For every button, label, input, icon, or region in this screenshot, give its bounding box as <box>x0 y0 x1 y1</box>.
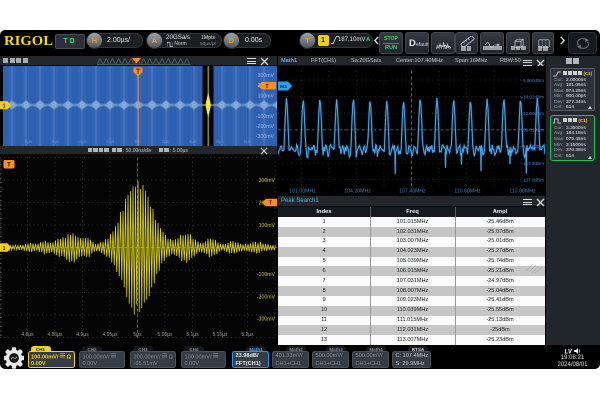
svg-text:113.80MHz: 113.80MHz <box>509 189 536 195</box>
svg-text:4.85µs: 4.85µs <box>47 332 63 338</box>
svg-text:4.8µs: 4.8µs <box>21 332 34 338</box>
svg-text:1: 1 <box>3 246 6 252</box>
svg-text:300mV: 300mV <box>258 73 275 79</box>
svg-text:5.2µs: 5.2µs <box>241 332 254 338</box>
svg-text:-100mV: -100mV <box>257 272 276 278</box>
svg-text:6µs: 6µs <box>216 139 224 144</box>
svg-text:300mV: 300mV <box>259 178 276 184</box>
svg-text:5µs: 5µs <box>133 332 142 338</box>
svg-text:100mV: 100mV <box>258 93 275 99</box>
svg-text:-200mV: -200mV <box>256 124 275 130</box>
svg-text:-6µs: -6µs <box>51 139 61 144</box>
svg-text:T: T <box>265 84 268 90</box>
svg-text:-18.02dBm: -18.02dBm <box>522 94 545 99</box>
svg-text:-137.9dBm: -137.9dBm <box>522 177 545 182</box>
svg-text:110.60MHz: 110.60MHz <box>454 189 481 195</box>
svg-text:107.40MHz: 107.40MHz <box>399 189 426 195</box>
svg-text:T: T <box>7 163 11 169</box>
svg-text:5.15µs: 5.15µs <box>212 332 228 338</box>
svg-text:-300mV: -300mV <box>256 134 275 140</box>
svg-text:-89.99dBm: -89.99dBm <box>522 144 545 149</box>
svg-text:4µs: 4µs <box>189 139 197 144</box>
svg-text:-66.01dBm: -66.01dBm <box>522 128 545 133</box>
svg-text:5.05µs: 5.05µs <box>157 332 173 338</box>
svg-text:100mV: 100mV <box>259 223 276 229</box>
svg-text:-300mV: -300mV <box>257 317 276 323</box>
svg-text:5.1µs: 5.1µs <box>186 332 199 338</box>
svg-text:T: T <box>269 201 272 207</box>
svg-text:101.00MHz: 101.00MHz <box>289 189 316 195</box>
svg-text:2µs: 2µs <box>161 139 169 144</box>
svg-text:-4µs: -4µs <box>78 139 88 144</box>
svg-text:-2µs: -2µs <box>106 139 116 144</box>
svg-text:1: 1 <box>3 103 6 109</box>
svg-text:-100mV: -100mV <box>256 114 275 120</box>
svg-text:104.20MHz: 104.20MHz <box>344 189 371 195</box>
svg-text:-200mV: -200mV <box>257 295 276 301</box>
svg-text:0s: 0s <box>135 139 141 144</box>
svg-text:-42.00dBm: -42.00dBm <box>522 111 545 116</box>
svg-text:4.95µs: 4.95µs <box>102 332 118 338</box>
svg-text:-8µs: -8µs <box>23 139 33 144</box>
svg-text:4.9µs: 4.9µs <box>76 332 89 338</box>
svg-text:8µs: 8µs <box>244 139 252 144</box>
svg-text:M3: M3 <box>280 84 287 90</box>
svg-text:-113.9dBm: -113.9dBm <box>522 161 544 166</box>
svg-text:5.960dBm: 5.960dBm <box>523 78 544 83</box>
